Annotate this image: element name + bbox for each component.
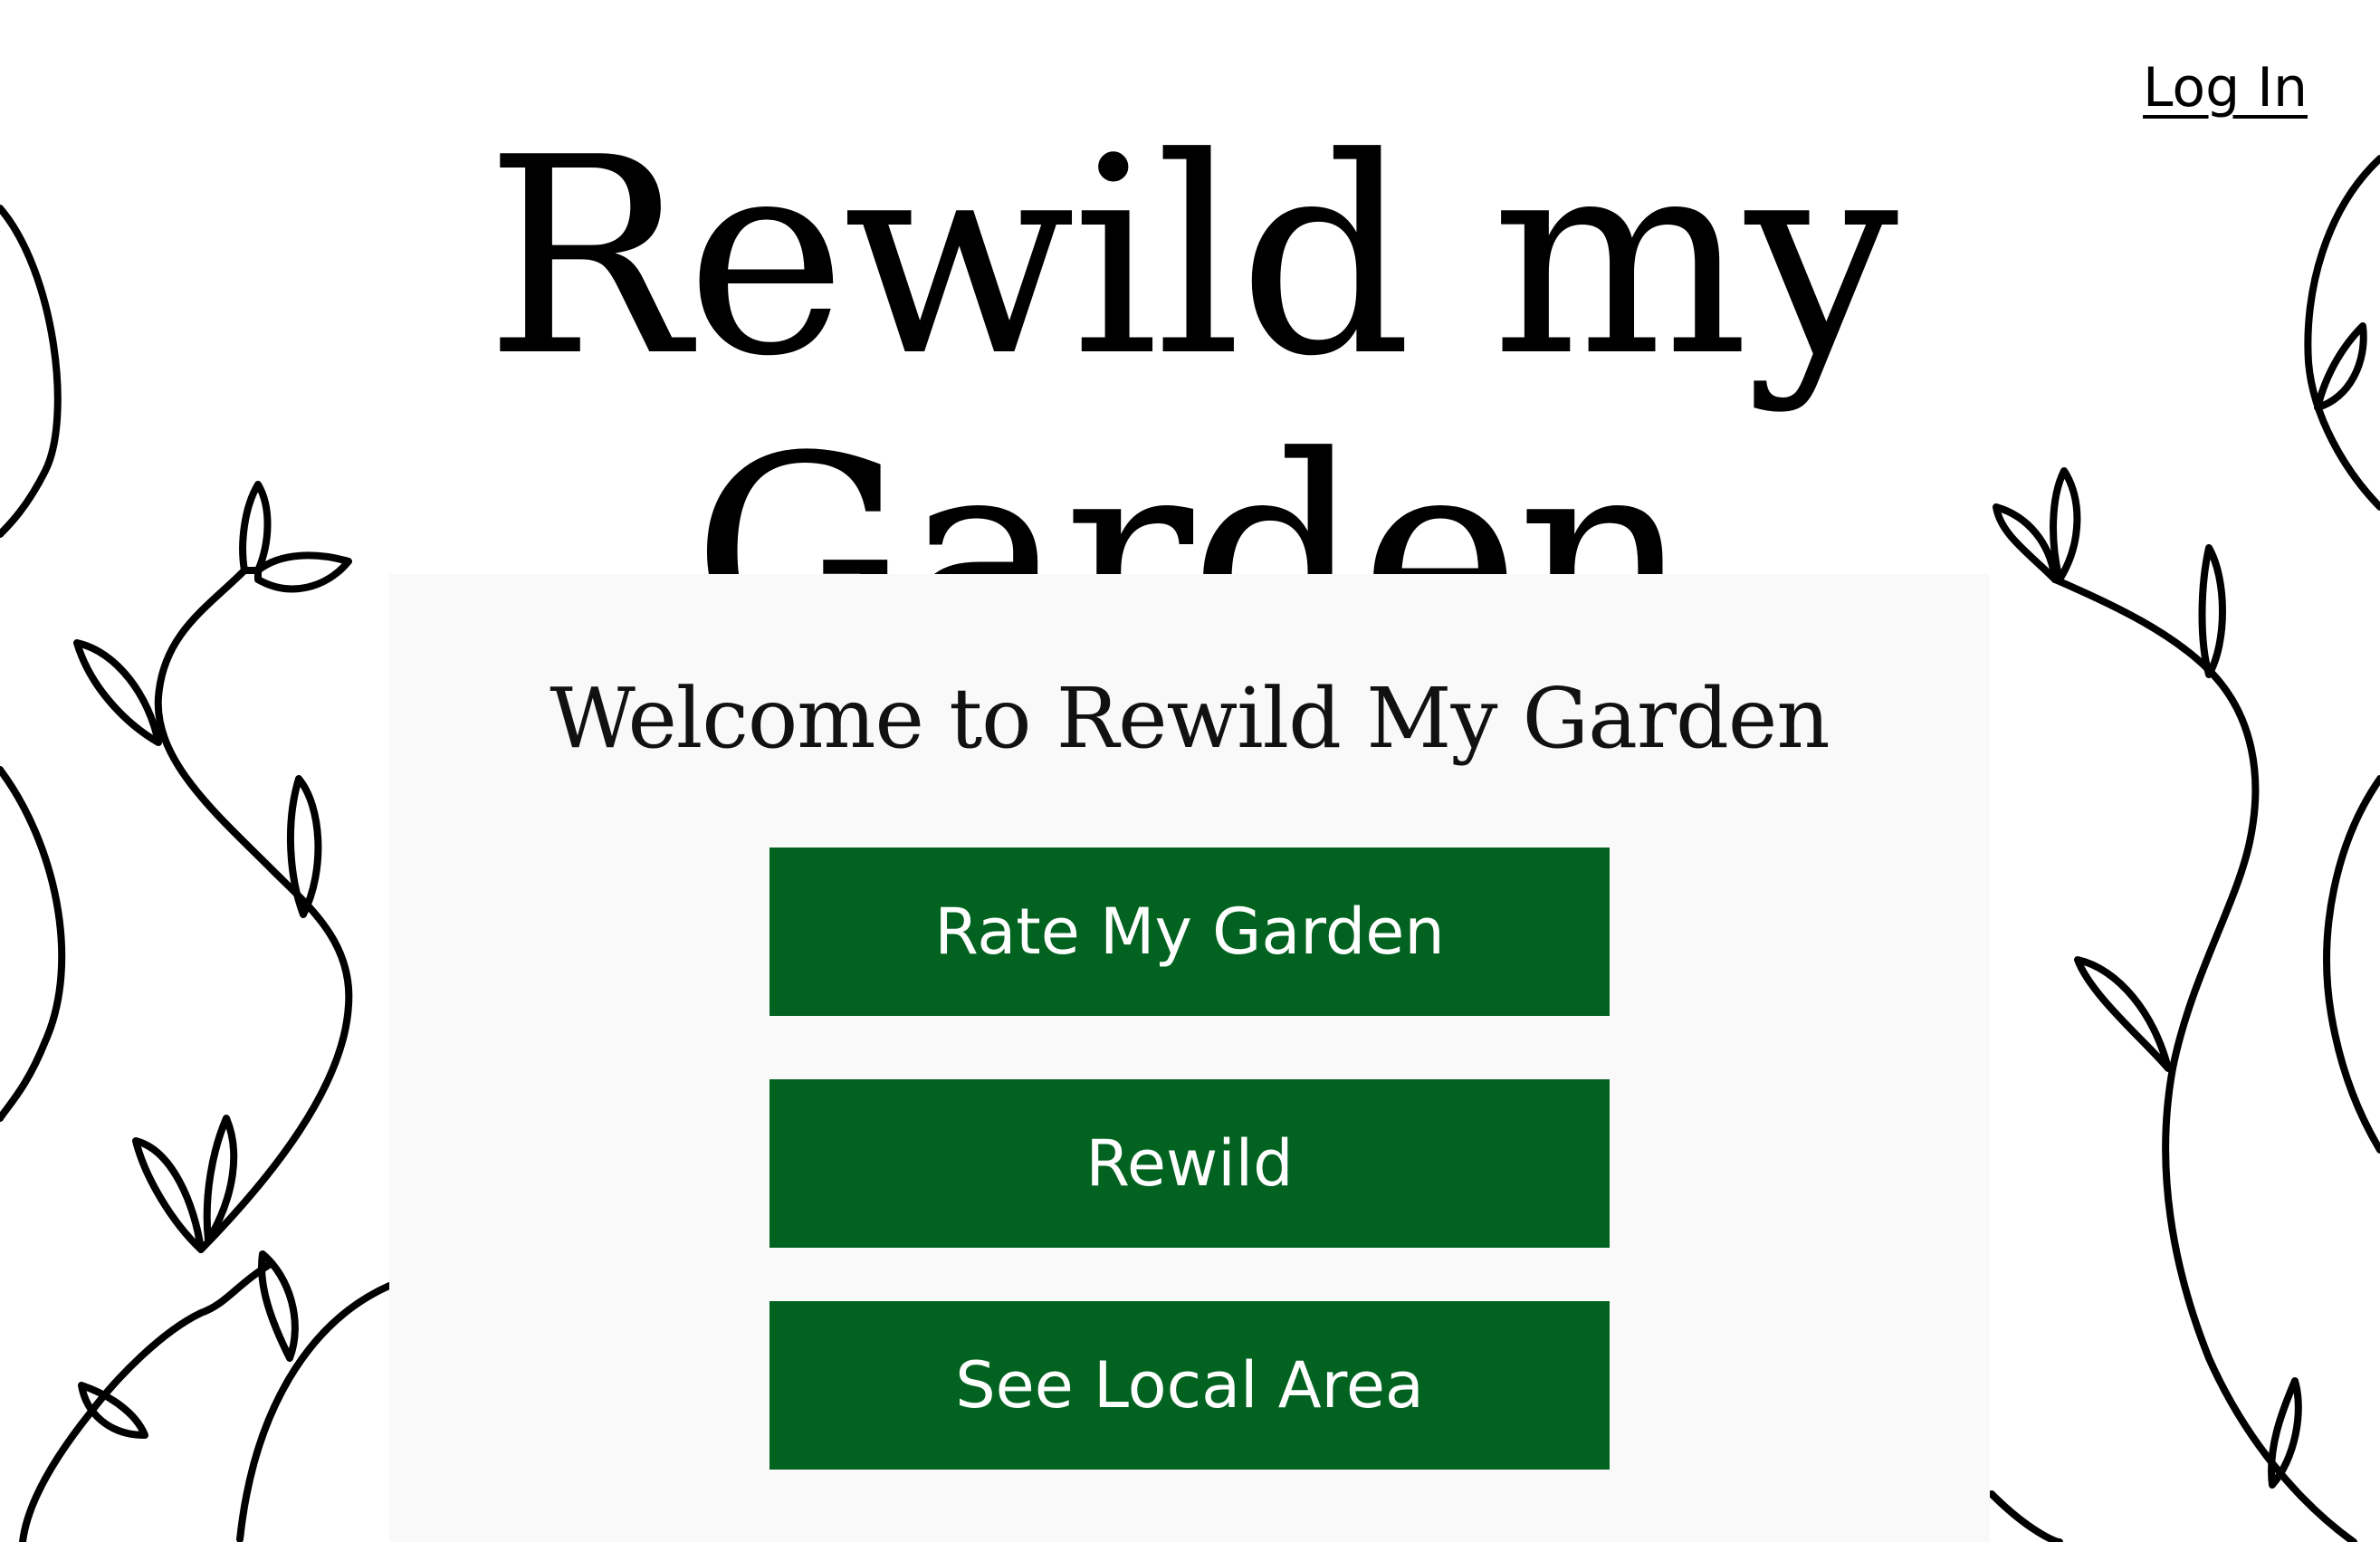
welcome-heading: Welcome to Rewild My Garden — [550, 670, 1830, 767]
rate-my-garden-button[interactable]: Rate My Garden — [769, 848, 1610, 1016]
rewild-button[interactable]: Rewild — [769, 1079, 1610, 1248]
welcome-panel: Welcome to Rewild My Garden Rate My Gard… — [389, 574, 1990, 1542]
see-local-area-button[interactable]: See Local Area — [769, 1301, 1610, 1470]
landing-page: Log In Rewild my Garden Welcome to Rewil… — [0, 0, 2380, 1542]
